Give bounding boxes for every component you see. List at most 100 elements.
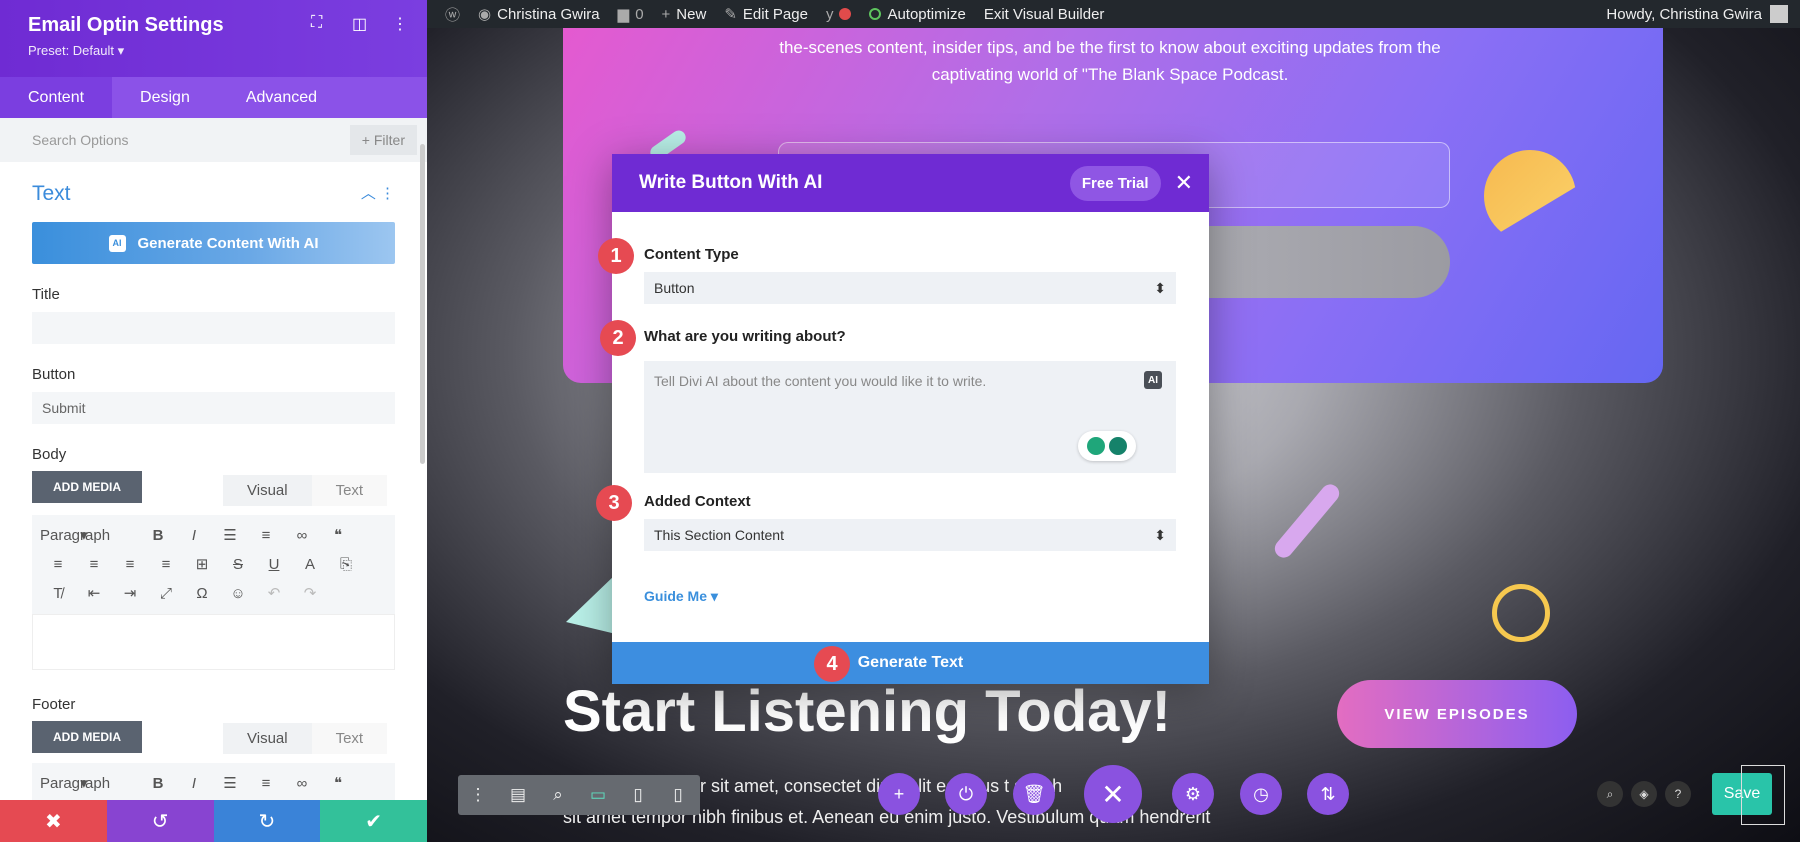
status-circle-icon <box>869 8 882 20</box>
editor-toolbar-footer: Paragraph ▾ B I ☰ ≡ ∞ ❝ <box>32 763 395 804</box>
add-media-button-footer[interactable]: ADD MEDIA <box>32 721 142 753</box>
text-color-icon[interactable]: A <box>292 550 328 579</box>
zoom-icon[interactable]: ⌕ <box>538 785 578 805</box>
tablet-view-icon[interactable]: ▯ <box>618 785 658 805</box>
underline-icon[interactable]: U <box>256 550 292 579</box>
tab-visual-body[interactable]: Visual <box>223 475 312 506</box>
redo-icon[interactable]: ↷ <box>292 579 328 608</box>
quote-icon[interactable]: ❝ <box>320 769 356 798</box>
layers-icon[interactable]: ◈ <box>1631 781 1657 807</box>
numbered-list-icon[interactable]: ≡ <box>248 769 284 798</box>
align-right-icon[interactable]: ≡ <box>112 550 148 579</box>
more-options-icon[interactable]: ⋮ <box>392 14 408 34</box>
free-trial-button[interactable]: Free Trial <box>1069 165 1161 201</box>
discard-button[interactable]: ✖ <box>0 800 107 842</box>
prompt-textarea[interactable]: Tell Divi AI about the content you would… <box>644 361 1176 473</box>
settings-panel: Email Optin Settings Preset: Default ▾ ⛶… <box>0 0 427 842</box>
tab-text-footer[interactable]: Text <box>311 723 388 754</box>
autoptimize-link[interactable]: Autoptimize <box>869 6 966 23</box>
grammarly-widget[interactable] <box>1078 431 1136 461</box>
paragraph-select-footer[interactable]: Paragraph ▾ <box>40 769 140 798</box>
modal-header: Write Button With AI Free Trial ✕ <box>612 154 1209 212</box>
add-media-button-body[interactable]: ADD MEDIA <box>32 471 142 503</box>
more-options-icon[interactable]: ⋮ <box>458 785 498 805</box>
desktop-view-icon[interactable]: ▭ <box>578 785 618 805</box>
numbered-list-icon[interactable]: ≡ <box>248 521 284 550</box>
help-icon[interactable]: ? <box>1665 781 1691 807</box>
yoast-link[interactable]: y <box>826 6 852 23</box>
outdent-icon[interactable]: ⇤ <box>76 579 112 608</box>
text-section-toggle[interactable]: Text ︿ ⋮ <box>32 182 395 206</box>
settings-gear-icon[interactable]: ⚙ <box>1172 773 1214 815</box>
confirm-button[interactable]: ✔ <box>320 800 427 842</box>
undo-icon[interactable]: ↶ <box>256 579 292 608</box>
clear-format-icon[interactable]: T̸ <box>40 579 76 608</box>
button-text-field[interactable]: Submit <box>32 392 395 424</box>
exit-visual-builder-link[interactable]: Exit Visual Builder <box>984 6 1105 23</box>
fullscreen-editor-icon[interactable]: ⤢ <box>148 579 184 608</box>
ai-icon[interactable]: AI <box>1144 371 1162 389</box>
chevron-up-icon[interactable]: ︿ ⋮ <box>361 182 395 206</box>
edit-page-link[interactable]: ✎ Edit Page <box>724 5 808 24</box>
close-icon[interactable]: ✕ <box>1175 170 1193 196</box>
close-icon: ✖ <box>44 810 62 833</box>
comments-link[interactable]: ▆ 0 <box>618 5 644 24</box>
split-view-icon[interactable]: ◫ <box>352 14 367 34</box>
bullet-list-icon[interactable]: ☰ <box>212 521 248 550</box>
body-editor-area[interactable] <box>32 614 395 670</box>
tab-design[interactable]: Design <box>112 77 218 118</box>
history-icon[interactable]: ◷ <box>1240 773 1282 815</box>
content-type-select[interactable]: Button ⬍ <box>644 272 1176 304</box>
preset-selector[interactable]: Preset: Default ▾ <box>28 43 399 59</box>
power-icon[interactable]: ⏻ <box>945 773 987 815</box>
strikethrough-icon[interactable]: S <box>220 550 256 579</box>
site-name-link[interactable]: ◉ Christina Gwira <box>478 5 600 24</box>
fullscreen-icon[interactable]: ⛶ <box>311 14 322 32</box>
paragraph-select[interactable]: Paragraph ▾ <box>40 521 140 550</box>
quote-icon[interactable]: ❝ <box>320 521 356 550</box>
close-builder-icon[interactable]: ✕ <box>1084 765 1142 823</box>
align-left-icon[interactable]: ≡ <box>40 550 76 579</box>
portability-icon[interactable]: ⇅ <box>1307 773 1349 815</box>
suggestion-icon <box>1087 437 1105 455</box>
phone-view-icon[interactable]: ▯ <box>658 785 698 805</box>
add-icon[interactable]: + <box>878 773 920 815</box>
tab-advanced[interactable]: Advanced <box>218 77 345 118</box>
bold-icon[interactable]: B <box>140 521 176 550</box>
undo-button[interactable]: ↺ <box>106 800 214 842</box>
italic-icon[interactable]: I <box>176 521 212 550</box>
guide-me-toggle[interactable]: Guide Me ▾ <box>644 588 718 605</box>
bullet-list-icon[interactable]: ☰ <box>212 769 248 798</box>
bold-icon[interactable]: B <box>140 769 176 798</box>
special-char-icon[interactable]: Ω <box>184 579 220 608</box>
wordpress-logo-icon[interactable]: ⓦ <box>445 4 460 25</box>
tab-visual-footer[interactable]: Visual <box>223 723 312 754</box>
generate-text-button[interactable]: Generate Text <box>612 642 1209 684</box>
filter-button[interactable]: + Filter <box>349 125 417 155</box>
layers-grid-icon[interactable]: ▤ <box>498 785 538 805</box>
tab-content[interactable]: Content <box>0 77 113 118</box>
generate-content-ai-button[interactable]: AI Generate Content With AI <box>32 222 395 264</box>
added-context-select[interactable]: This Section Content ⬍ <box>644 519 1176 551</box>
view-episodes-button[interactable]: VIEW EPISODES <box>1337 680 1577 748</box>
redo-button[interactable]: ↻ <box>213 800 321 842</box>
select-arrows-icon: ⬍ <box>1154 527 1166 543</box>
paste-icon[interactable]: ⎘ <box>328 550 364 579</box>
link-icon[interactable]: ∞ <box>284 521 320 550</box>
italic-icon[interactable]: I <box>176 769 212 798</box>
panel-scrollbar[interactable] <box>420 144 425 464</box>
justify-icon[interactable]: ≡ <box>148 550 184 579</box>
emoji-icon[interactable]: ☺ <box>220 579 256 608</box>
new-content-link[interactable]: + New <box>662 6 707 23</box>
align-center-icon[interactable]: ≡ <box>76 550 112 579</box>
tab-text-body[interactable]: Text <box>311 475 388 506</box>
indent-icon[interactable]: ⇥ <box>112 579 148 608</box>
search-options-input[interactable]: Search Options <box>32 132 129 148</box>
table-icon[interactable]: ⊞ <box>184 550 220 579</box>
search-icon[interactable]: ⌕ <box>1597 781 1623 807</box>
link-icon[interactable]: ∞ <box>284 769 320 798</box>
title-field[interactable] <box>32 312 395 344</box>
user-menu[interactable]: Howdy, Christina Gwira <box>1606 5 1788 23</box>
trash-icon[interactable]: 🗑 <box>1013 773 1055 815</box>
step-badge-1: 1 <box>598 238 634 274</box>
